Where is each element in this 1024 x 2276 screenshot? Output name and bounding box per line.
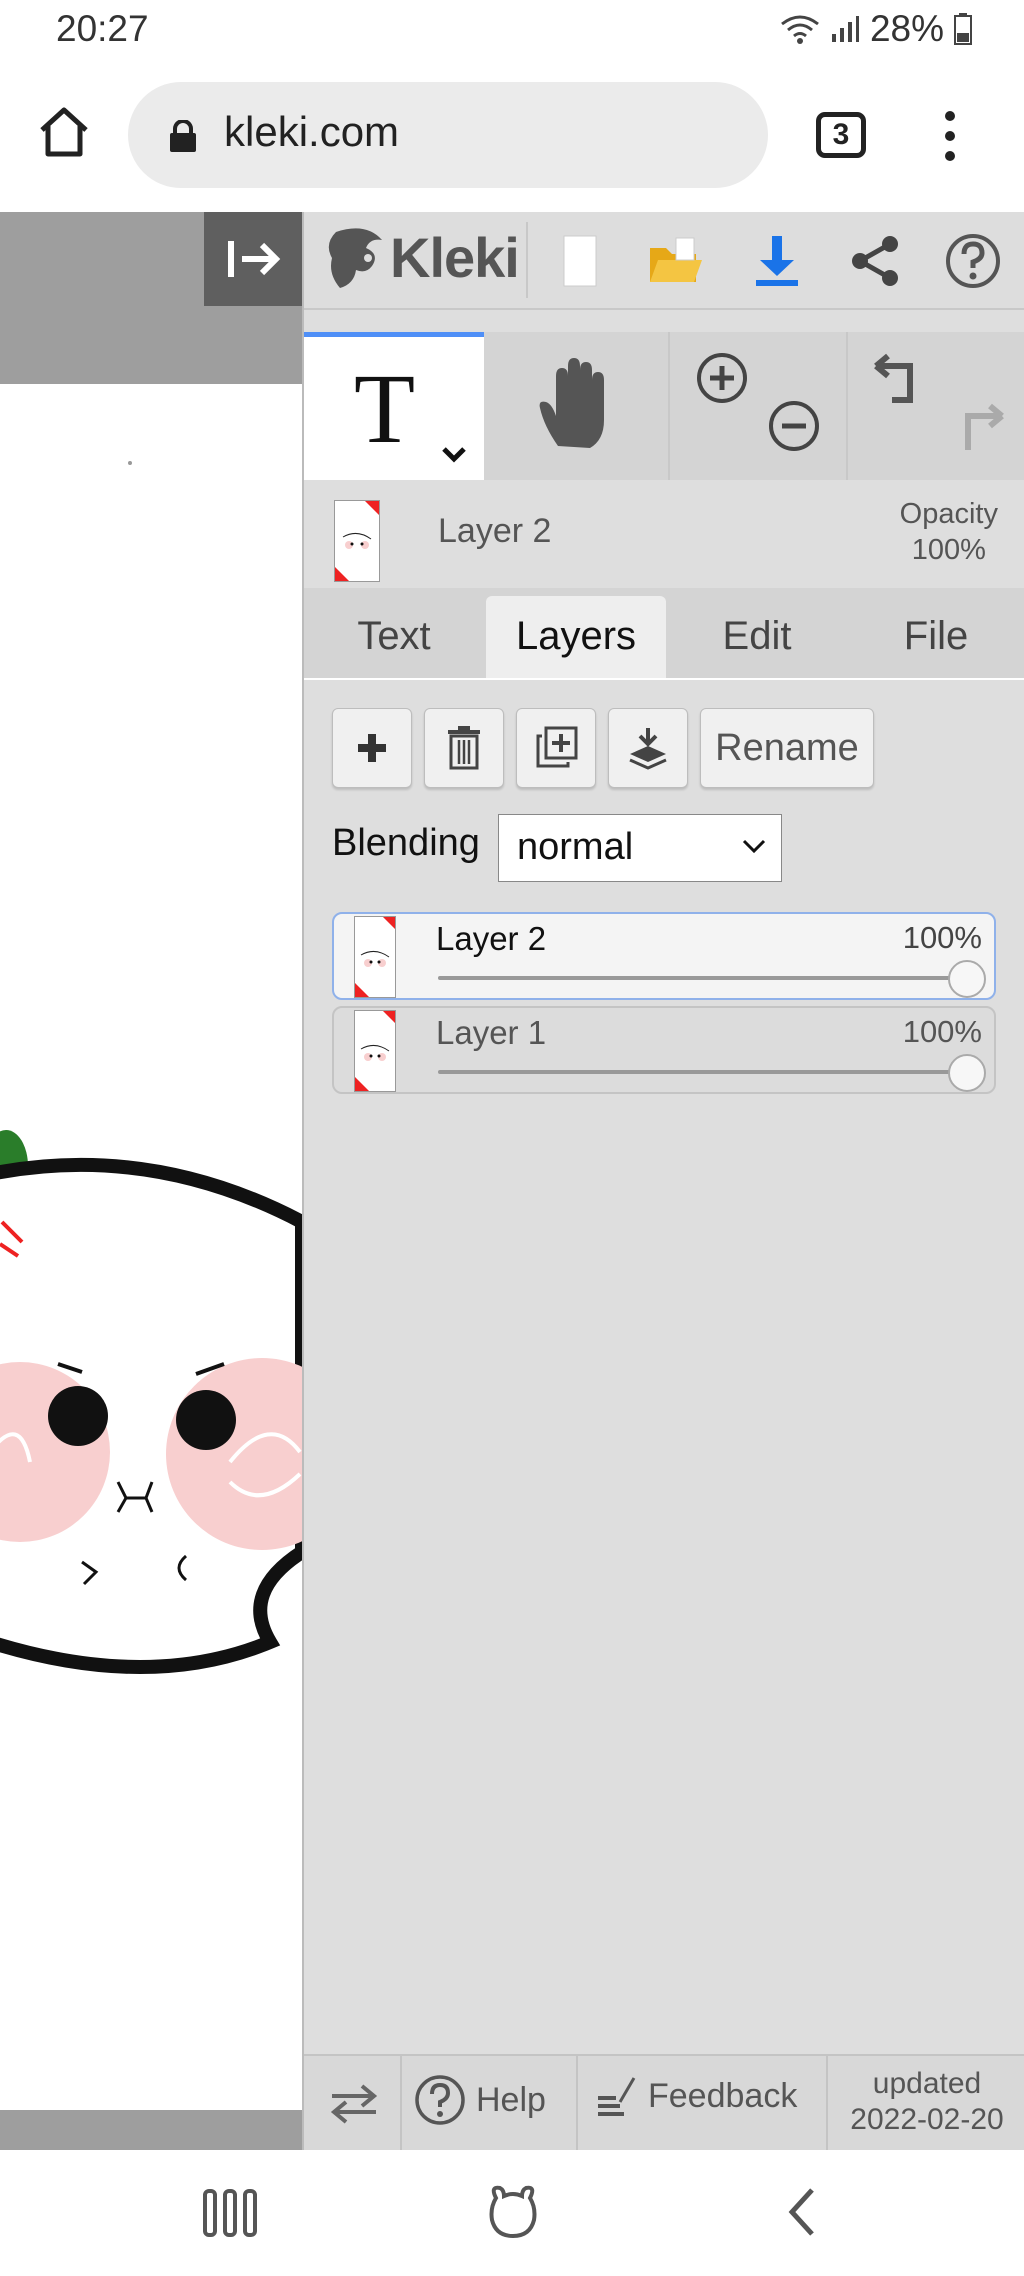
- opacity-slider-knob[interactable]: [948, 960, 986, 998]
- opacity-slider-track[interactable]: [438, 976, 968, 980]
- blending-mode-value: normal: [517, 826, 634, 868]
- swap-side-icon[interactable]: [328, 2084, 380, 2124]
- chevron-down-icon: [442, 447, 466, 463]
- zoom-controls: [668, 332, 846, 480]
- browser-address-bar: kleki.com 3: [0, 64, 1024, 213]
- updated-label: updated: [872, 2067, 982, 2100]
- blending-label: Blending: [332, 822, 480, 864]
- wifi-icon: [781, 15, 819, 44]
- tab-file[interactable]: File: [848, 596, 1024, 678]
- rename-layer-button[interactable]: Rename: [700, 708, 874, 788]
- plus-icon: [358, 734, 386, 762]
- new-image-icon[interactable]: [550, 232, 608, 290]
- opacity-slider-knob[interactable]: [948, 1054, 986, 1092]
- help-question-icon[interactable]: [944, 232, 1002, 290]
- layer-list-item-layer-2[interactable]: Layer 2 100%: [332, 912, 996, 1000]
- feedback-label: Feedback: [648, 2076, 798, 2115]
- status-bar: 20:27 28%: [0, 0, 1024, 64]
- system-navigation-bar: [0, 2150, 1024, 2276]
- signal-icon: [831, 16, 859, 42]
- add-layer-button[interactable]: [332, 708, 412, 788]
- tool-row: T: [304, 332, 1024, 482]
- text-tool-icon: T: [354, 353, 416, 464]
- duplicate-icon: [536, 726, 578, 768]
- status-indicators: 28%: [780, 8, 972, 50]
- opacity-label: Opacity: [899, 498, 998, 530]
- current-layer-header: Layer 2 Opacity 100%: [304, 480, 1024, 588]
- history-controls: [846, 332, 1024, 480]
- layer-list-item-layer-1[interactable]: Layer 1 100%: [332, 1006, 996, 1094]
- merge-down-icon: [629, 728, 667, 770]
- logo-text: Kleki: [390, 225, 520, 289]
- opacity-slider-track[interactable]: [438, 1070, 968, 1074]
- blending-mode-select[interactable]: normal: [498, 814, 782, 882]
- canvas-background-bottom: [0, 2110, 302, 2150]
- back-icon[interactable]: [782, 2186, 822, 2238]
- home-bear-icon[interactable]: [488, 2184, 538, 2238]
- help-icon: [415, 2075, 465, 2125]
- tab-layers[interactable]: Layers: [486, 596, 666, 678]
- hand-icon: [539, 358, 604, 448]
- zoom-out-icon[interactable]: [766, 398, 822, 454]
- text-tool-button[interactable]: T: [304, 332, 484, 480]
- canvas-drawing: [0, 461, 302, 1674]
- panel-tabs: Text Layers Edit File: [304, 588, 1024, 680]
- download-icon[interactable]: [748, 232, 806, 290]
- undo-icon[interactable]: [870, 350, 926, 406]
- lock-icon: [170, 120, 196, 152]
- help-button[interactable]: Help: [414, 2074, 546, 2126]
- help-label: Help: [476, 2080, 546, 2119]
- home-icon[interactable]: [36, 104, 92, 160]
- zoom-in-icon[interactable]: [694, 350, 750, 406]
- trash-icon: [448, 726, 480, 770]
- merge-down-button[interactable]: [608, 708, 688, 788]
- battery-percent: 28%: [869, 8, 944, 49]
- layer-thumbnail: [354, 916, 396, 998]
- battery-icon: [954, 13, 972, 45]
- current-layer-opacity: Opacity 100%: [900, 496, 998, 568]
- panel-footer: Help Feedback updated 2022-02-20: [304, 2054, 1024, 2152]
- delete-layer-button[interactable]: [424, 708, 504, 788]
- chevron-down-icon: [742, 839, 766, 854]
- feedback-button[interactable]: Feedback: [594, 2074, 797, 2118]
- share-icon[interactable]: [846, 232, 904, 290]
- recent-apps-icon[interactable]: [202, 2188, 258, 2238]
- open-folder-icon[interactable]: [646, 232, 704, 290]
- opacity-value: 100%: [911, 534, 986, 566]
- drawing-canvas[interactable]: [0, 212, 302, 2150]
- panel-top-bar: Kleki: [304, 212, 1024, 310]
- url-bar[interactable]: kleki.com: [128, 82, 768, 188]
- updated-date: 2022-02-20: [850, 2103, 1004, 2136]
- updated-info: updated 2022-02-20: [830, 2066, 1024, 2138]
- tab-edit[interactable]: Edit: [668, 596, 846, 678]
- redo-icon[interactable]: [952, 400, 1008, 456]
- layer-name: Layer 2: [436, 920, 547, 957]
- hand-tool-button[interactable]: [486, 332, 666, 480]
- layer-thumbnail: [354, 1010, 396, 1092]
- tab-switcher-button[interactable]: 3: [816, 112, 866, 158]
- current-layer-name: Layer 2: [438, 512, 552, 550]
- footer-divider: [400, 2056, 402, 2152]
- duplicate-layer-button[interactable]: [516, 708, 596, 788]
- layer-opacity: 100%: [902, 920, 982, 955]
- url-text: kleki.com: [224, 108, 400, 155]
- kleki-logo-icon: [328, 228, 382, 288]
- tab-text[interactable]: Text: [304, 596, 484, 678]
- kleki-logo[interactable]: Kleki: [326, 224, 520, 290]
- topbar-divider: [526, 222, 528, 298]
- footer-divider: [826, 2056, 828, 2152]
- layer-name: Layer 1: [436, 1014, 547, 1051]
- layer-opacity: 100%: [902, 1014, 982, 1049]
- feedback-pen-icon: [598, 2077, 636, 2116]
- current-layer-thumbnail: [334, 500, 380, 582]
- more-menu-icon[interactable]: [930, 106, 970, 166]
- footer-divider: [576, 2056, 578, 2152]
- status-time: 20:27: [56, 8, 149, 49]
- tool-panel: Kleki T Layer 2 Opacity 100% Text Layers…: [302, 212, 1024, 2152]
